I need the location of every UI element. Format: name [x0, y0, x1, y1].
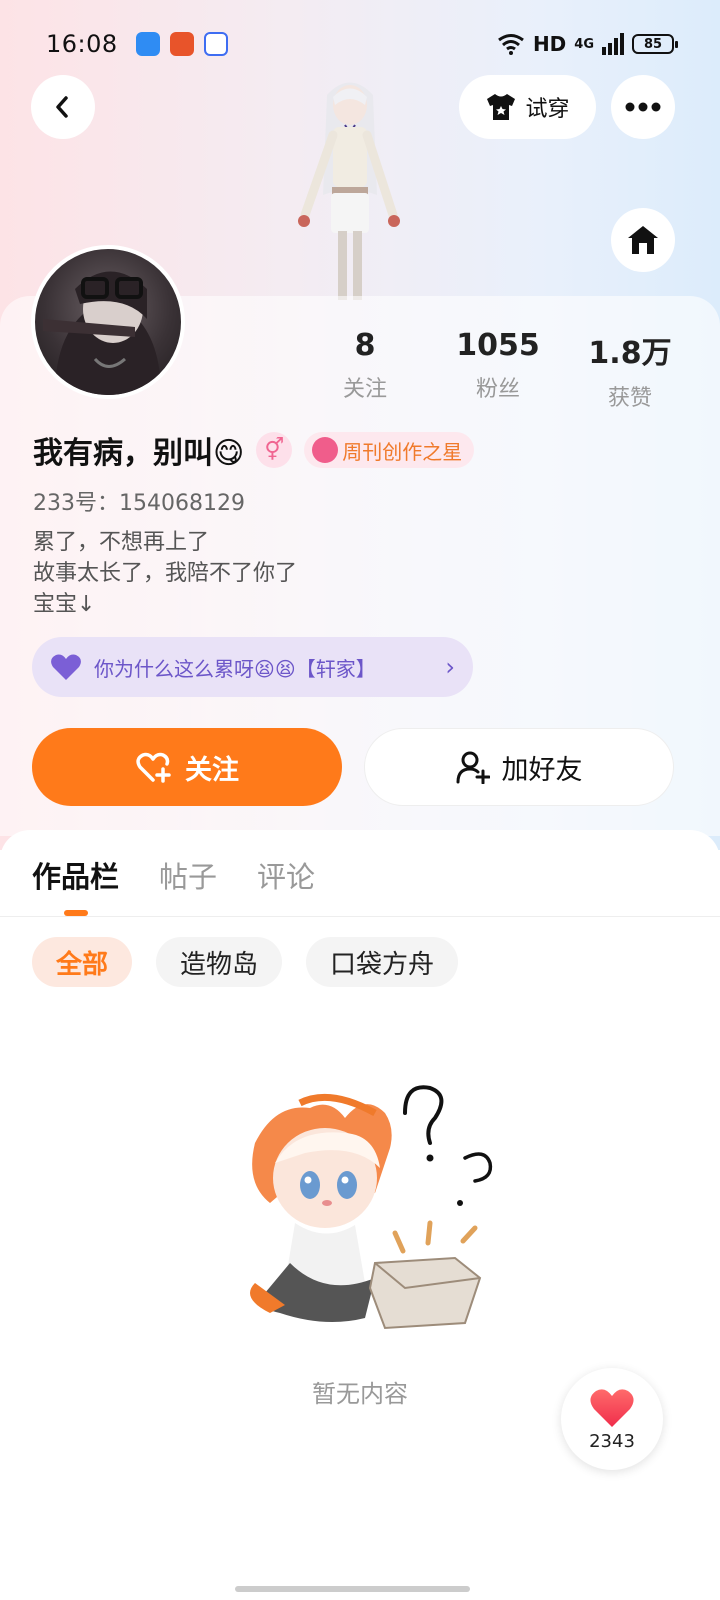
- tabs-divider: [0, 916, 720, 917]
- user-id: 233号：154068129: [33, 491, 245, 516]
- avatar-photo: [43, 271, 161, 395]
- battery-icon: 85: [632, 34, 678, 54]
- tab-posts[interactable]: 帖子: [159, 854, 217, 896]
- following-label: 关注: [342, 377, 387, 402]
- try-on-button[interactable]: 试穿: [459, 75, 596, 139]
- home-indicator-bar[interactable]: [235, 1586, 470, 1592]
- tab-comments[interactable]: 评论: [257, 854, 315, 896]
- heart-icon: [590, 1388, 634, 1427]
- red-app-icon: [169, 32, 194, 56]
- filter-creation-island[interactable]: 造物岛: [156, 937, 283, 987]
- back-button[interactable]: [31, 75, 95, 139]
- signal-icon: [602, 33, 624, 55]
- medal-icon: [312, 437, 339, 463]
- status-notification-icons: [135, 32, 228, 56]
- bio: 累了，不想再上了 故事太长了，我陪不了你了 宝宝↓: [33, 527, 297, 620]
- empty-state-illustration: [250, 1085, 493, 1330]
- stat-following[interactable]: 8 关注: [305, 328, 425, 403]
- tshirt-icon: [487, 94, 516, 120]
- home-icon: [628, 226, 658, 254]
- like-count: 2343: [589, 1430, 635, 1452]
- likes-label: 获赞: [607, 386, 652, 411]
- follow-button[interactable]: 关注: [32, 728, 342, 806]
- weekly-creator-badge[interactable]: 周刊创作之星: [304, 432, 475, 468]
- add-friend-label: 加好友: [501, 754, 583, 786]
- more-options-button[interactable]: [611, 75, 675, 139]
- username: 我有病，别叫😋: [33, 436, 245, 471]
- baidu-app-icon: [203, 32, 228, 56]
- chevron-right-icon: ›: [445, 653, 455, 681]
- followers-count: 1055: [456, 328, 540, 363]
- bio-line: 故事太长了，我陪不了你了: [33, 561, 298, 586]
- followers-label: 粉丝: [475, 377, 520, 402]
- wifi-icon: [498, 34, 524, 55]
- content-panel: 作品栏 帖子 评论 全部 造物岛 口袋方舟 暂无内容 2343: [0, 830, 720, 1600]
- signal-label: 4G: [574, 36, 594, 52]
- following-count: 8: [354, 328, 376, 363]
- likes-count: 1.8万: [588, 336, 672, 371]
- home-page-button[interactable]: [611, 208, 675, 272]
- try-on-label: 试穿: [525, 97, 570, 122]
- like-floating-button[interactable]: 2343: [561, 1368, 663, 1470]
- stat-likes[interactable]: 1.8万 获赞: [570, 328, 690, 412]
- avatar-character-figure[interactable]: [285, 75, 415, 300]
- category-filters: 全部 造物岛 口袋方舟: [32, 937, 459, 987]
- heart-plus-icon: [136, 752, 171, 783]
- weekly-badge-label: 周刊创作之星: [342, 439, 463, 464]
- battery-level: 85: [643, 36, 663, 52]
- bio-line: 累了，不想再上了: [33, 530, 210, 555]
- stat-followers[interactable]: 1055 粉丝: [438, 328, 558, 403]
- chevron-left-icon: [56, 96, 68, 118]
- bio-line: 宝宝↓: [33, 592, 96, 617]
- add-friend-button[interactable]: 加好友: [364, 728, 674, 806]
- purple-heart-icon: [51, 654, 81, 680]
- gender-badge: ⚥: [256, 432, 293, 468]
- avatar[interactable]: [31, 245, 185, 399]
- profile-stats: 8 关注 1055 粉丝 1.8万 获赞: [300, 328, 700, 411]
- tab-works[interactable]: 作品栏: [32, 854, 119, 896]
- blue-app-icon: [135, 32, 160, 56]
- group-label: 你为什么这么累呀😫😫【轩家】: [94, 656, 376, 681]
- username-row: 我有病，别叫😋 ⚥ 周刊创作之星: [33, 430, 475, 471]
- status-indicators: HD 4G 85: [497, 32, 678, 56]
- add-user-icon: [456, 751, 490, 784]
- gender-icon: ⚥: [264, 437, 285, 463]
- filter-pocket-ark[interactable]: 口袋方舟: [306, 937, 459, 987]
- status-time: 16:08: [46, 30, 118, 58]
- network-type-label: HD: [532, 32, 567, 56]
- group-link-pill[interactable]: 你为什么这么累呀😫😫【轩家】 ›: [32, 637, 473, 697]
- filter-all[interactable]: 全部: [32, 937, 133, 987]
- more-dots-icon: [625, 102, 661, 112]
- follow-label: 关注: [185, 754, 239, 786]
- profile-tabs: 作品栏 帖子 评论: [0, 854, 720, 916]
